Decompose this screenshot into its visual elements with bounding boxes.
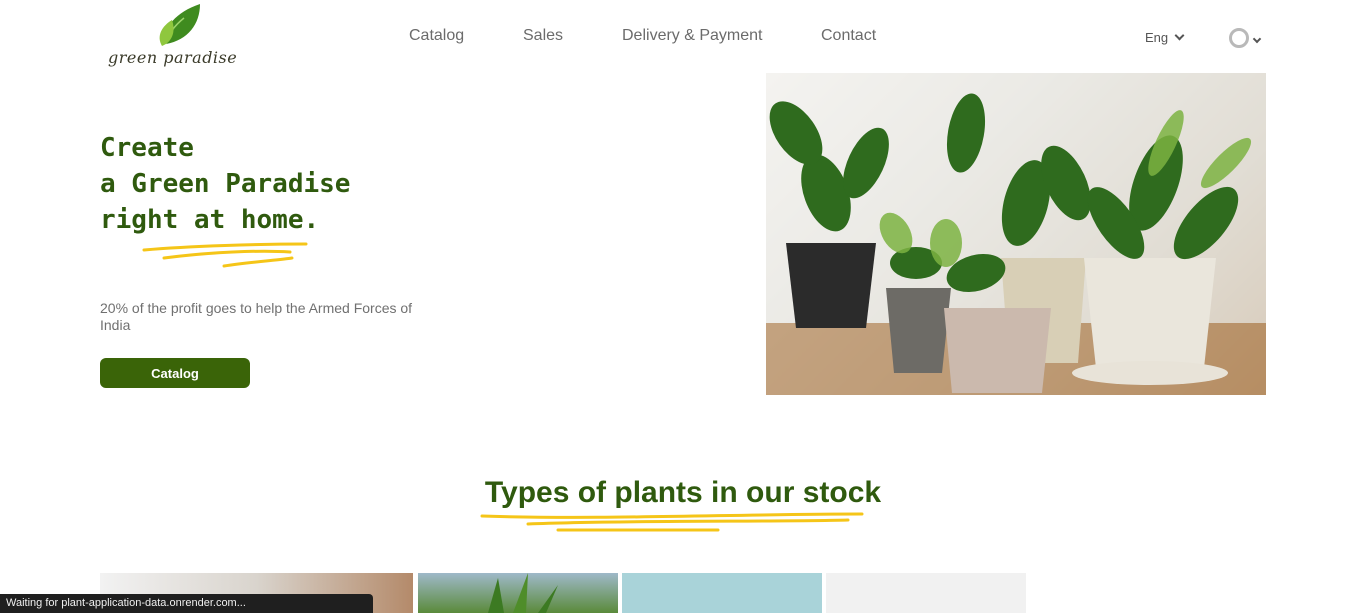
section-title: Types of plants in our stock (484, 476, 882, 509)
catalog-button[interactable]: Catalog (100, 358, 250, 388)
plant-thumbnail-image (488, 573, 558, 613)
user-icon (1229, 28, 1249, 48)
browser-status-bar: Waiting for plant-application-data.onren… (0, 594, 373, 613)
nav-delivery-payment[interactable]: Delivery & Payment (622, 27, 763, 45)
user-menu[interactable] (1229, 28, 1265, 50)
plants-illustration (766, 73, 1266, 395)
hero-plants-image (766, 73, 1266, 395)
nav-sales[interactable]: Sales (523, 27, 563, 45)
language-label: Eng (1145, 30, 1169, 45)
chevron-down-icon (1174, 30, 1185, 41)
logo[interactable]: green paradise (106, 4, 251, 70)
nav-contact[interactable]: Contact (821, 27, 876, 45)
logo-text: green paradise (108, 48, 238, 67)
nav-catalog[interactable]: Catalog (409, 27, 464, 45)
leaf-logo-icon (159, 4, 200, 46)
hero-title: Create a Green Paradise right at home. (100, 133, 351, 235)
chevron-down-icon (1252, 34, 1262, 44)
plant-type-card[interactable] (622, 573, 822, 613)
language-selector[interactable]: Eng (1145, 30, 1185, 45)
section-title-underline (480, 512, 864, 532)
plant-type-card[interactable] (418, 573, 618, 613)
title-underline-scribble (142, 242, 308, 268)
plant-type-card[interactable] (826, 573, 1026, 613)
hero-subtitle: 20% of the profit goes to help the Armed… (100, 300, 413, 333)
